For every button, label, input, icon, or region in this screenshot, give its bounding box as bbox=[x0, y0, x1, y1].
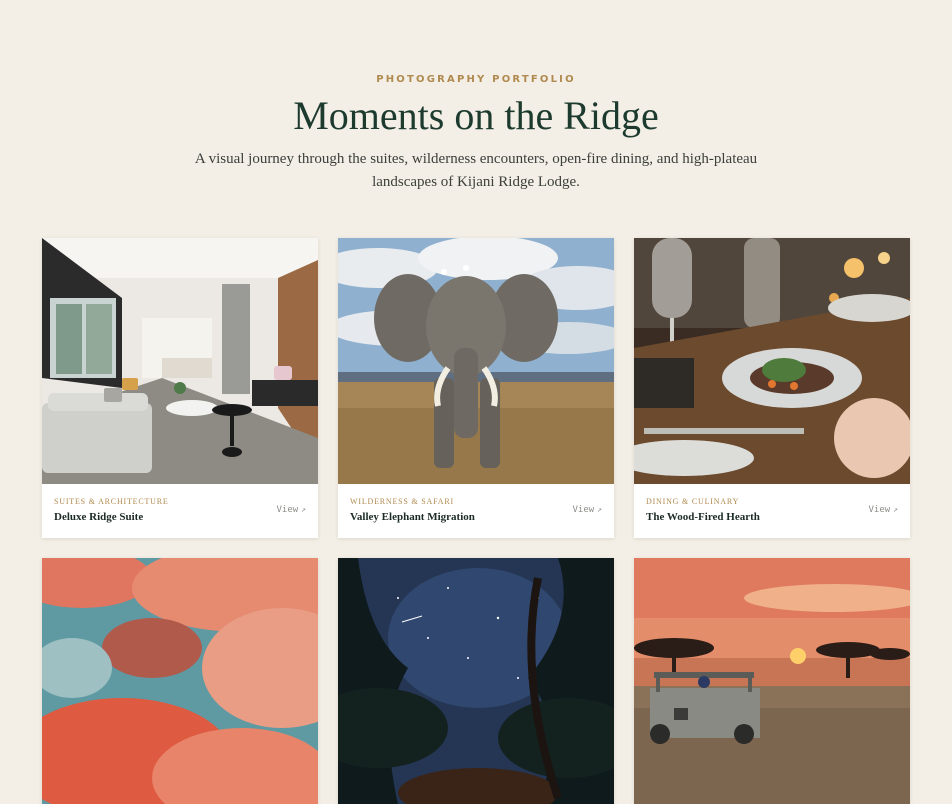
card-caption: SUITES & ARCHITECTURE Deluxe Ridge Suite… bbox=[42, 484, 318, 538]
dining-photo[interactable] bbox=[634, 238, 910, 484]
card-category: WILDERNESS & SAFARI bbox=[350, 497, 454, 506]
external-arrow-icon: ↗ bbox=[301, 505, 306, 514]
external-arrow-icon: ↗ bbox=[597, 505, 602, 514]
view-label: View bbox=[868, 505, 891, 515]
card-caption: WILDERNESS & SAFARI Valley Elephant Migr… bbox=[338, 484, 614, 538]
clouds-photo[interactable] bbox=[42, 558, 318, 804]
view-link[interactable]: View ↗ bbox=[572, 505, 602, 515]
card-title: Valley Elephant Migration bbox=[350, 511, 475, 523]
card-title: The Wood-Fired Hearth bbox=[646, 511, 760, 523]
card-category: SUITES & ARCHITECTURE bbox=[54, 497, 169, 506]
elephant-photo[interactable] bbox=[338, 238, 614, 484]
card-category: DINING & CULINARY bbox=[646, 497, 740, 506]
view-label: View bbox=[276, 505, 299, 515]
suite-photo[interactable] bbox=[42, 238, 318, 484]
eyebrow-label: PHOTOGRAPHY PORTFOLIO bbox=[376, 74, 576, 85]
stars-photo[interactable] bbox=[338, 558, 614, 804]
gallery-card-clouds[interactable] bbox=[42, 558, 318, 804]
external-arrow-icon: ↗ bbox=[893, 505, 898, 514]
card-title: Deluxe Ridge Suite bbox=[54, 511, 144, 523]
view-link[interactable]: View ↗ bbox=[868, 505, 898, 515]
gallery-card-dining[interactable]: DINING & CULINARY The Wood-Fired Hearth … bbox=[634, 238, 910, 538]
view-label: View bbox=[572, 505, 595, 515]
page-subtitle: A visual journey through the suites, wil… bbox=[194, 151, 758, 190]
gallery-card-suite[interactable]: SUITES & ARCHITECTURE Deluxe Ridge Suite… bbox=[42, 238, 318, 538]
gallery-card-stars[interactable] bbox=[338, 558, 614, 804]
gallery-card-sunset[interactable] bbox=[634, 558, 910, 804]
page-title: Moments on the Ridge bbox=[293, 93, 659, 138]
sunset-photo[interactable] bbox=[634, 558, 910, 804]
card-caption: DINING & CULINARY The Wood-Fired Hearth … bbox=[634, 484, 910, 538]
gallery-card-elephant[interactable]: WILDERNESS & SAFARI Valley Elephant Migr… bbox=[338, 238, 614, 538]
view-link[interactable]: View ↗ bbox=[276, 505, 306, 515]
